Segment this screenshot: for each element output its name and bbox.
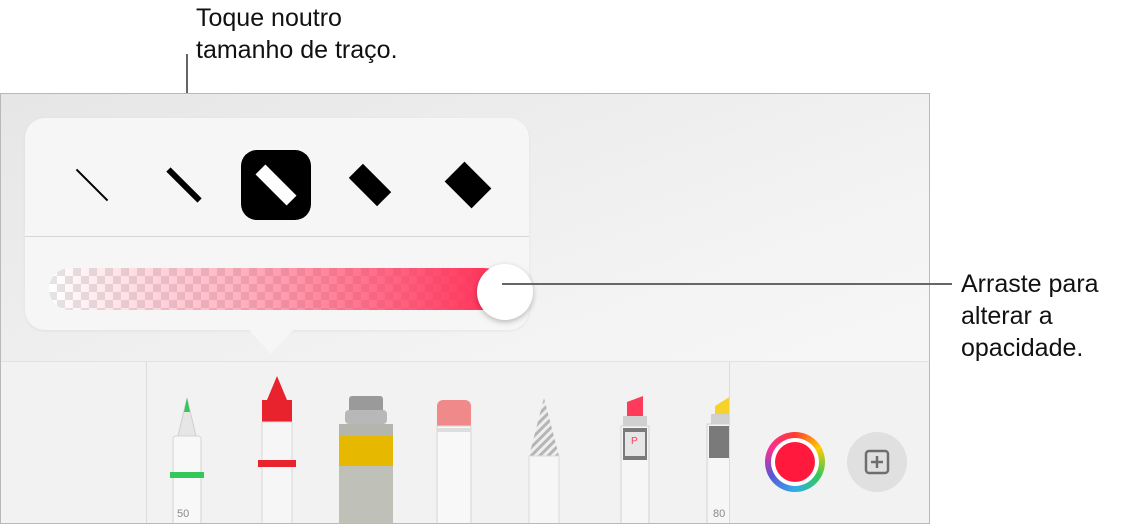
stroke-size-picker [25,118,529,236]
stroke-size-option-medium[interactable] [241,150,311,220]
opacity-leader-line [502,283,952,285]
pencil-tool[interactable] [521,396,567,523]
crayon-tool[interactable] [253,374,301,523]
highlighter-width-label: 80 [713,508,726,520]
watercolor-tool[interactable] [335,394,397,523]
eraser-tool[interactable] [433,398,475,523]
opacity-slider[interactable] [49,264,533,320]
highlighter-tool[interactable]: 80 [701,394,729,523]
opacity-slider-thumb[interactable] [477,264,533,320]
stroke-size-callout: Toque noutro tamanho de traço. [196,4,398,64]
marker-letter: P [631,436,638,447]
popover-pointer [249,330,293,354]
toolbar-divider [146,362,147,523]
stroke-size-option-extra-thin[interactable] [57,150,127,220]
marker-tool[interactable]: P [615,394,655,523]
stroke-size-option-thick[interactable] [335,150,405,220]
plus-square-icon [864,449,890,475]
drawing-toolbar: 50 P 80 [1,361,929,523]
popover-divider [25,236,529,237]
color-picker-button[interactable] [765,432,825,492]
opacity-slider-track[interactable] [49,268,505,310]
add-button[interactable] [847,432,907,492]
markup-canvas[interactable]: 50 P 80 [0,93,930,524]
color-well-ring [771,438,819,486]
toolbar-divider [729,362,730,523]
opacity-callout: Arraste para alterar a opacidade. [961,270,1099,362]
pen-tool[interactable]: 50 [163,396,211,523]
current-color-swatch [775,442,815,482]
stroke-size-option-thin[interactable] [149,150,219,220]
stroke-size-option-extra-thick[interactable] [433,150,503,220]
stroke-opacity-popover [25,118,533,330]
pen-width-label: 50 [177,508,190,520]
